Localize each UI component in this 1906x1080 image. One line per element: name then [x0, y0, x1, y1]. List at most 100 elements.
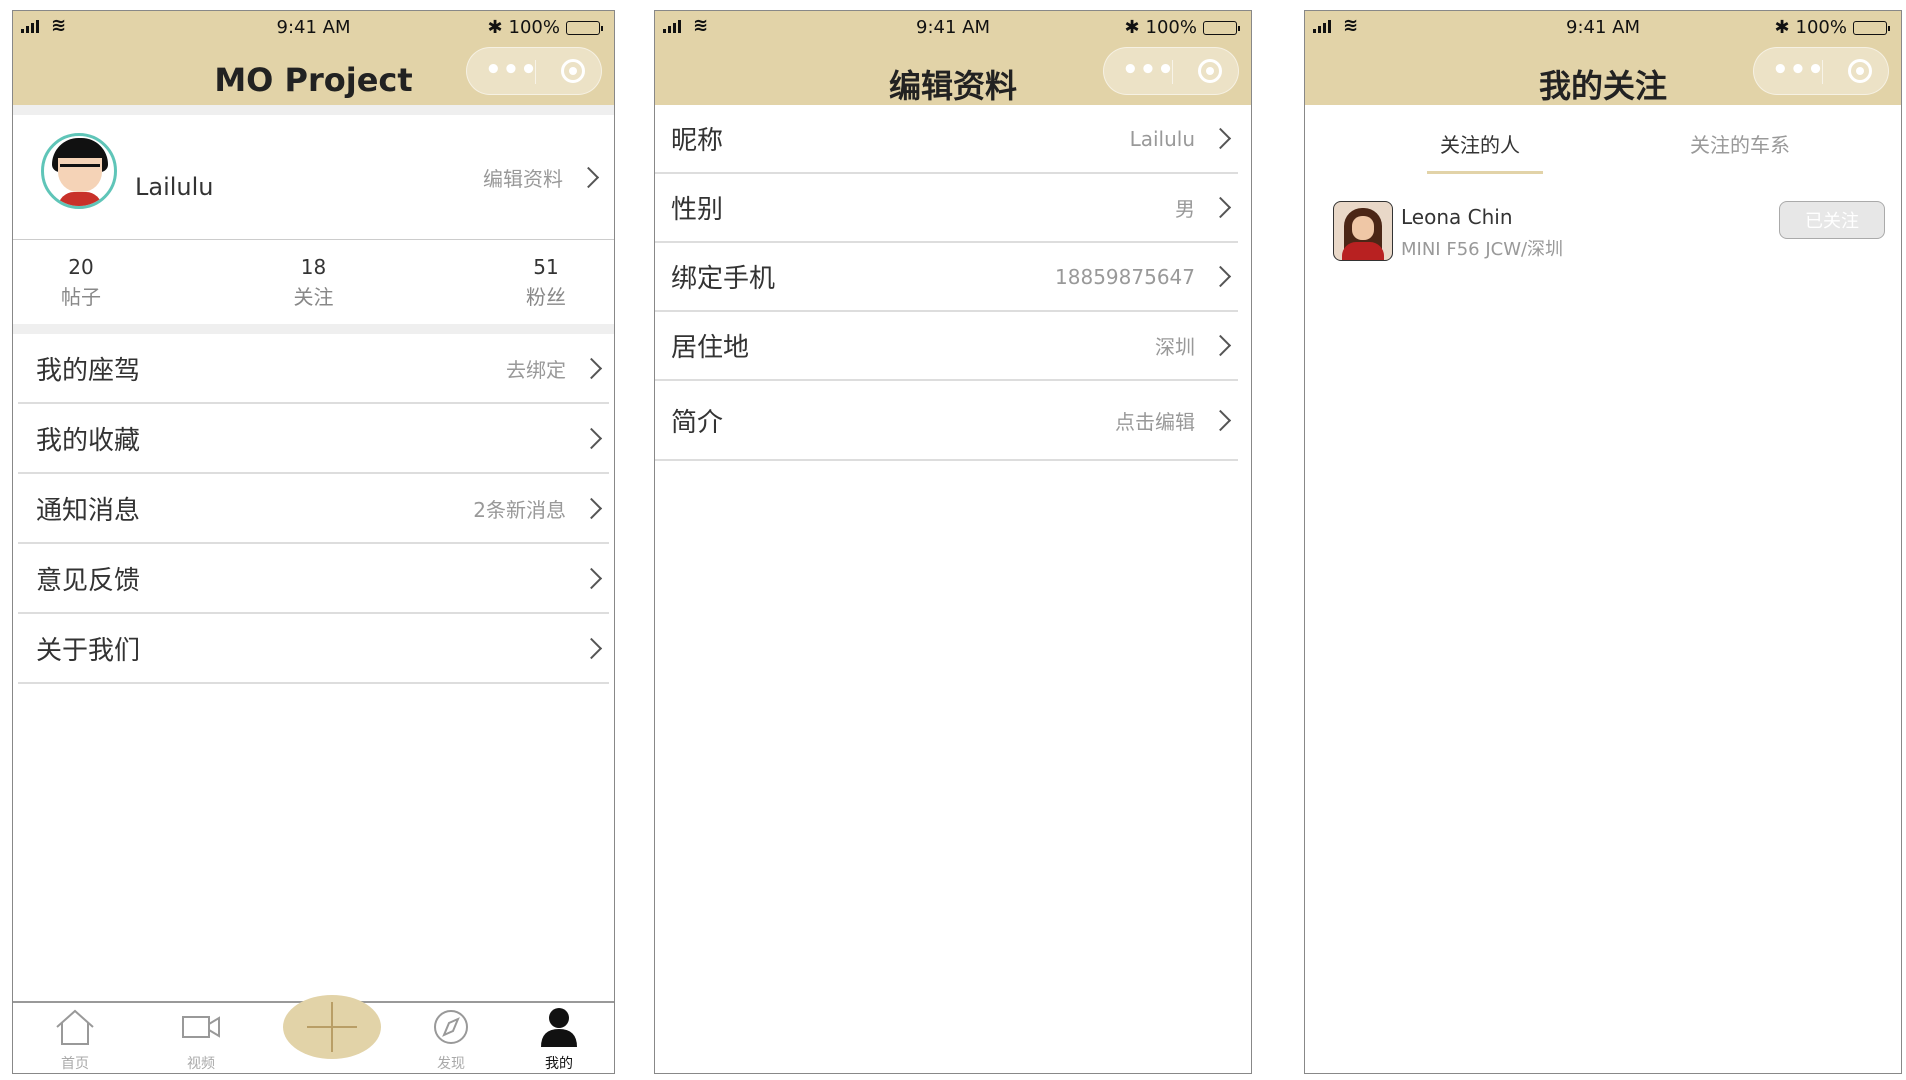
- menu-item-about[interactable]: 关于我们: [18, 614, 609, 684]
- edit-profile-label: 编辑资料: [483, 167, 563, 191]
- chevron-right-icon: [580, 497, 603, 519]
- bluetooth-icon: ✱: [1774, 17, 1790, 38]
- menu-item-my-car[interactable]: 我的座驾 去绑定: [18, 334, 609, 404]
- stat-label: 关注: [293, 284, 334, 309]
- edit-row-gender[interactable]: 性别 男: [655, 174, 1238, 243]
- profile-card[interactable]: Lailulu 编辑资料: [13, 115, 614, 240]
- compass-icon: [434, 1010, 468, 1044]
- more-icon[interactable]: •••: [485, 57, 537, 83]
- mini-program-capsule: •••: [466, 47, 602, 95]
- edit-row-label: 昵称: [671, 126, 724, 156]
- edit-row-bio[interactable]: 简介 点击编辑: [655, 381, 1238, 461]
- stats-row: 20 帖子 18 关注 51 粉丝: [13, 240, 614, 324]
- edit-list: 昵称 Lailulu 性别 男 绑定手机 18859875647 居住地 深圳 …: [655, 105, 1238, 461]
- stat-fans[interactable]: 51 粉丝: [526, 240, 566, 324]
- username: Lailulu: [135, 173, 214, 201]
- edit-row-value: 深圳: [1155, 335, 1195, 359]
- chevron-right-icon: [580, 567, 603, 589]
- stat-value: 18: [300, 254, 327, 279]
- stat-posts[interactable]: 20 帖子: [61, 240, 101, 324]
- status-bar: ≋ 9:41 AM ✱ 100%: [655, 11, 1251, 47]
- battery-icon: [1853, 20, 1890, 35]
- menu-item-label: 我的座驾: [36, 355, 141, 386]
- nav-bar: ≋ 9:41 AM ✱ 100% 我的关注 •••: [1305, 11, 1901, 105]
- edit-row-location[interactable]: 居住地 深圳: [655, 312, 1238, 381]
- tab-label: 视频: [187, 1056, 215, 1072]
- menu-item-notifications[interactable]: 通知消息 2条新消息: [18, 474, 609, 544]
- tab-label: 首页: [61, 1056, 89, 1072]
- tab-following-people[interactable]: 关注的人: [1440, 129, 1520, 158]
- edit-row-phone[interactable]: 绑定手机 18859875647: [655, 243, 1238, 312]
- menu-item-label: 我的收藏: [36, 425, 141, 456]
- user-icon: [541, 1008, 577, 1047]
- active-tab-indicator: [1427, 171, 1543, 174]
- chevron-right-icon: [1209, 265, 1232, 288]
- edit-row-label: 性别: [671, 195, 724, 225]
- edit-profile-link[interactable]: 编辑资料: [483, 163, 606, 192]
- chevron-right-icon: [580, 427, 603, 449]
- battery-percent: 100%: [508, 17, 560, 38]
- edit-row-label: 简介: [671, 407, 724, 438]
- stat-value: 20: [68, 254, 94, 279]
- followed-button[interactable]: 已关注: [1779, 201, 1885, 239]
- battery-icon: [1203, 20, 1240, 35]
- status-bar: ≋ 9:41 AM ✱ 100%: [13, 11, 614, 47]
- stat-label: 帖子: [61, 284, 101, 309]
- tab-video[interactable]: 视频: [161, 1007, 241, 1073]
- menu-item-favorites[interactable]: 我的收藏: [18, 404, 609, 474]
- list-item[interactable]: Leona Chin MINI F56 JCW/深圳 已关注: [1333, 201, 1885, 271]
- mini-program-capsule: •••: [1103, 47, 1239, 95]
- avatar[interactable]: [1333, 201, 1393, 261]
- add-post-button[interactable]: [283, 995, 381, 1059]
- tab-label: 发现: [437, 1056, 465, 1072]
- battery-icon: [566, 20, 603, 35]
- profile-screen: ≋ 9:41 AM ✱ 100% MO Project ••• Lailulu …: [12, 10, 615, 1074]
- home-icon: [56, 1009, 94, 1045]
- close-target-icon[interactable]: [561, 59, 585, 83]
- bluetooth-icon: ✱: [1124, 17, 1140, 38]
- edit-row-label: 居住地: [671, 333, 750, 363]
- mini-program-capsule: •••: [1753, 47, 1889, 95]
- close-target-icon[interactable]: [1198, 59, 1222, 83]
- tab-label: 我的: [545, 1056, 573, 1072]
- avatar[interactable]: [41, 133, 117, 209]
- chevron-right-icon: [1209, 196, 1232, 219]
- menu-item-value: 去绑定: [506, 357, 566, 382]
- stat-following[interactable]: 18 关注: [294, 240, 334, 324]
- status-bar: ≋ 9:41 AM ✱ 100%: [1305, 11, 1901, 47]
- follow-subtitle: MINI F56 JCW/深圳: [1401, 239, 1564, 260]
- menu-item-label: 通知消息: [36, 495, 141, 526]
- edit-row-value: 18859875647: [1055, 264, 1195, 289]
- chevron-right-icon: [580, 637, 603, 659]
- edit-row-label: 绑定手机: [671, 264, 776, 294]
- battery-percent: 100%: [1795, 17, 1847, 38]
- edit-row-value: Lailulu: [1129, 126, 1195, 151]
- bluetooth-icon: ✱: [487, 17, 503, 38]
- menu-item-label: 意见反馈: [36, 565, 141, 596]
- edit-profile-screen: ≋ 9:41 AM ✱ 100% 编辑资料 ••• 昵称 Lailulu 性别 …: [654, 10, 1252, 1074]
- stat-value: 51: [533, 254, 559, 279]
- chevron-right-icon: [580, 357, 603, 379]
- nav-bar: ≋ 9:41 AM ✱ 100% MO Project •••: [13, 11, 614, 105]
- nav-bar: ≋ 9:41 AM ✱ 100% 编辑资料 •••: [655, 11, 1251, 105]
- tab-following-car-series[interactable]: 关注的车系: [1690, 129, 1790, 158]
- edit-row-nickname[interactable]: 昵称 Lailulu: [655, 105, 1238, 174]
- follow-tabs: 关注的人 关注的车系: [1305, 105, 1901, 175]
- chevron-right-icon: [1209, 334, 1232, 357]
- edit-row-value: 点击编辑: [1115, 409, 1195, 434]
- following-screen: ≋ 9:41 AM ✱ 100% 我的关注 ••• 关注的人 关注的车系 Leo…: [1304, 10, 1902, 1074]
- tab-home[interactable]: 首页: [35, 1007, 115, 1073]
- tab-bar: 首页 视频 发现 我的: [13, 995, 614, 1073]
- section-divider: [13, 324, 614, 334]
- tab-mine[interactable]: 我的: [519, 1007, 599, 1073]
- stat-label: 粉丝: [526, 284, 566, 309]
- menu-item-label: 关于我们: [36, 635, 141, 666]
- follow-name: Leona Chin: [1401, 205, 1513, 229]
- menu-item-value: 2条新消息: [473, 497, 566, 522]
- tab-discover[interactable]: 发现: [411, 1007, 491, 1073]
- more-icon[interactable]: •••: [1122, 57, 1174, 83]
- edit-row-value: 男: [1175, 197, 1195, 221]
- more-icon[interactable]: •••: [1772, 57, 1824, 83]
- menu-item-feedback[interactable]: 意见反馈: [18, 544, 609, 614]
- close-target-icon[interactable]: [1848, 59, 1872, 83]
